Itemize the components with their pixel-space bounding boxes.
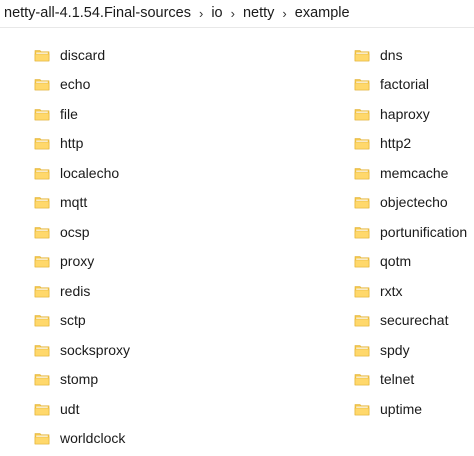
folder-icon xyxy=(34,374,50,386)
folder-label: udt xyxy=(60,400,80,417)
folder-label: worldclock xyxy=(60,430,126,447)
folder-item[interactable]: localecho xyxy=(34,158,130,188)
folder-item[interactable]: http xyxy=(34,129,130,159)
folder-column-left: discard echo file http localecho mqtt ocsp prox… xyxy=(34,40,130,453)
folder-item[interactable]: objectecho xyxy=(354,188,467,218)
folder-icon xyxy=(34,167,50,180)
folder-icon xyxy=(34,108,50,121)
folder-label: mqtt xyxy=(60,194,88,211)
folder-icon xyxy=(34,433,50,445)
folder-item[interactable]: socksproxy xyxy=(34,335,130,365)
breadcrumb-item-example[interactable]: example xyxy=(295,5,350,21)
breadcrumb-item-io[interactable]: io xyxy=(211,5,222,21)
folder-label: qotm xyxy=(380,253,412,270)
folder-label: memcache xyxy=(380,164,449,181)
folder-item[interactable]: stomp xyxy=(34,365,130,395)
folder-item[interactable]: sctp xyxy=(34,306,130,336)
folder-item[interactable]: haproxy xyxy=(354,99,467,129)
folder-icon xyxy=(34,256,50,268)
breadcrumb-divider xyxy=(0,27,474,28)
chevron-right-icon[interactable]: › xyxy=(282,7,286,20)
folder-item[interactable]: http2 xyxy=(354,129,467,159)
folder-icon xyxy=(34,49,50,62)
folder-icon xyxy=(354,256,370,268)
folder-item[interactable]: portunification xyxy=(354,217,467,247)
folder-item[interactable]: factorial xyxy=(354,70,467,100)
folder-item[interactable]: rxtx xyxy=(354,276,467,306)
folder-item[interactable]: mqtt xyxy=(34,188,130,218)
folder-label: proxy xyxy=(60,253,95,270)
folder-item[interactable]: telnet xyxy=(354,365,467,395)
folder-icon xyxy=(34,138,50,150)
folder-icon xyxy=(354,108,370,121)
folder-item[interactable]: ocsp xyxy=(34,217,130,247)
folder-label: socksproxy xyxy=(60,341,131,358)
folder-icon xyxy=(354,79,370,91)
folder-column-right: dns factorial haproxy http2 memcache objectec… xyxy=(354,40,467,424)
folder-label: dns xyxy=(380,46,403,63)
folder-icon xyxy=(34,285,50,298)
folder-label: haproxy xyxy=(380,105,430,122)
folder-icon xyxy=(354,374,370,386)
folder-item[interactable]: uptime xyxy=(354,394,467,424)
folder-icon xyxy=(354,315,370,327)
folder-label: portunification xyxy=(380,223,468,240)
folder-item[interactable]: spdy xyxy=(354,335,467,365)
folder-icon xyxy=(354,138,370,150)
folder-icon xyxy=(354,197,370,209)
folder-label: telnet xyxy=(380,371,415,388)
folder-icon xyxy=(354,344,370,357)
folder-icon xyxy=(354,49,370,62)
folder-label: localecho xyxy=(60,164,120,181)
folder-icon xyxy=(354,285,370,298)
folder-item[interactable]: proxy xyxy=(34,247,130,277)
folder-label: sctp xyxy=(60,312,86,329)
folder-icon xyxy=(34,79,50,91)
folder-label: ocsp xyxy=(60,223,90,240)
folder-item[interactable]: redis xyxy=(34,276,130,306)
folder-icon xyxy=(34,226,50,239)
folder-label: rxtx xyxy=(380,282,403,299)
folder-label: redis xyxy=(60,282,91,299)
folder-label: file xyxy=(60,105,78,122)
folder-label: factorial xyxy=(380,76,430,93)
folder-item[interactable]: dns xyxy=(354,40,467,70)
folder-item[interactable]: udt xyxy=(34,394,130,424)
folder-icon xyxy=(354,167,370,180)
breadcrumb-item-netty[interactable]: netty xyxy=(243,5,274,21)
folder-icon xyxy=(354,226,370,239)
folder-item[interactable]: discard xyxy=(34,40,130,70)
folder-label: objectecho xyxy=(380,194,448,211)
folder-label: http xyxy=(60,135,84,152)
breadcrumb-item-sources[interactable]: netty-all-4.1.54.Final-sources xyxy=(4,5,191,21)
folder-item[interactable]: echo xyxy=(34,70,130,100)
folder-label: discard xyxy=(60,46,106,63)
folder-icon xyxy=(34,344,50,357)
folder-icon xyxy=(34,197,50,209)
folder-item[interactable]: qotm xyxy=(354,247,467,277)
folder-label: echo xyxy=(60,76,91,93)
folder-icon xyxy=(34,403,50,416)
folder-label: http2 xyxy=(380,135,412,152)
folder-label: stomp xyxy=(60,371,99,388)
folder-icon xyxy=(354,403,370,416)
chevron-right-icon[interactable]: › xyxy=(199,7,203,20)
folder-label: spdy xyxy=(380,341,410,358)
folder-label: uptime xyxy=(380,400,423,417)
folder-item[interactable]: file xyxy=(34,99,130,129)
folder-item[interactable]: securechat xyxy=(354,306,467,336)
folder-item[interactable]: worldclock xyxy=(34,424,130,454)
breadcrumb: netty-all-4.1.54.Final-sources › io › ne… xyxy=(0,0,474,26)
folder-item[interactable]: memcache xyxy=(354,158,467,188)
folder-icon xyxy=(34,315,50,327)
chevron-right-icon[interactable]: › xyxy=(231,7,235,20)
folder-label: securechat xyxy=(380,312,449,329)
